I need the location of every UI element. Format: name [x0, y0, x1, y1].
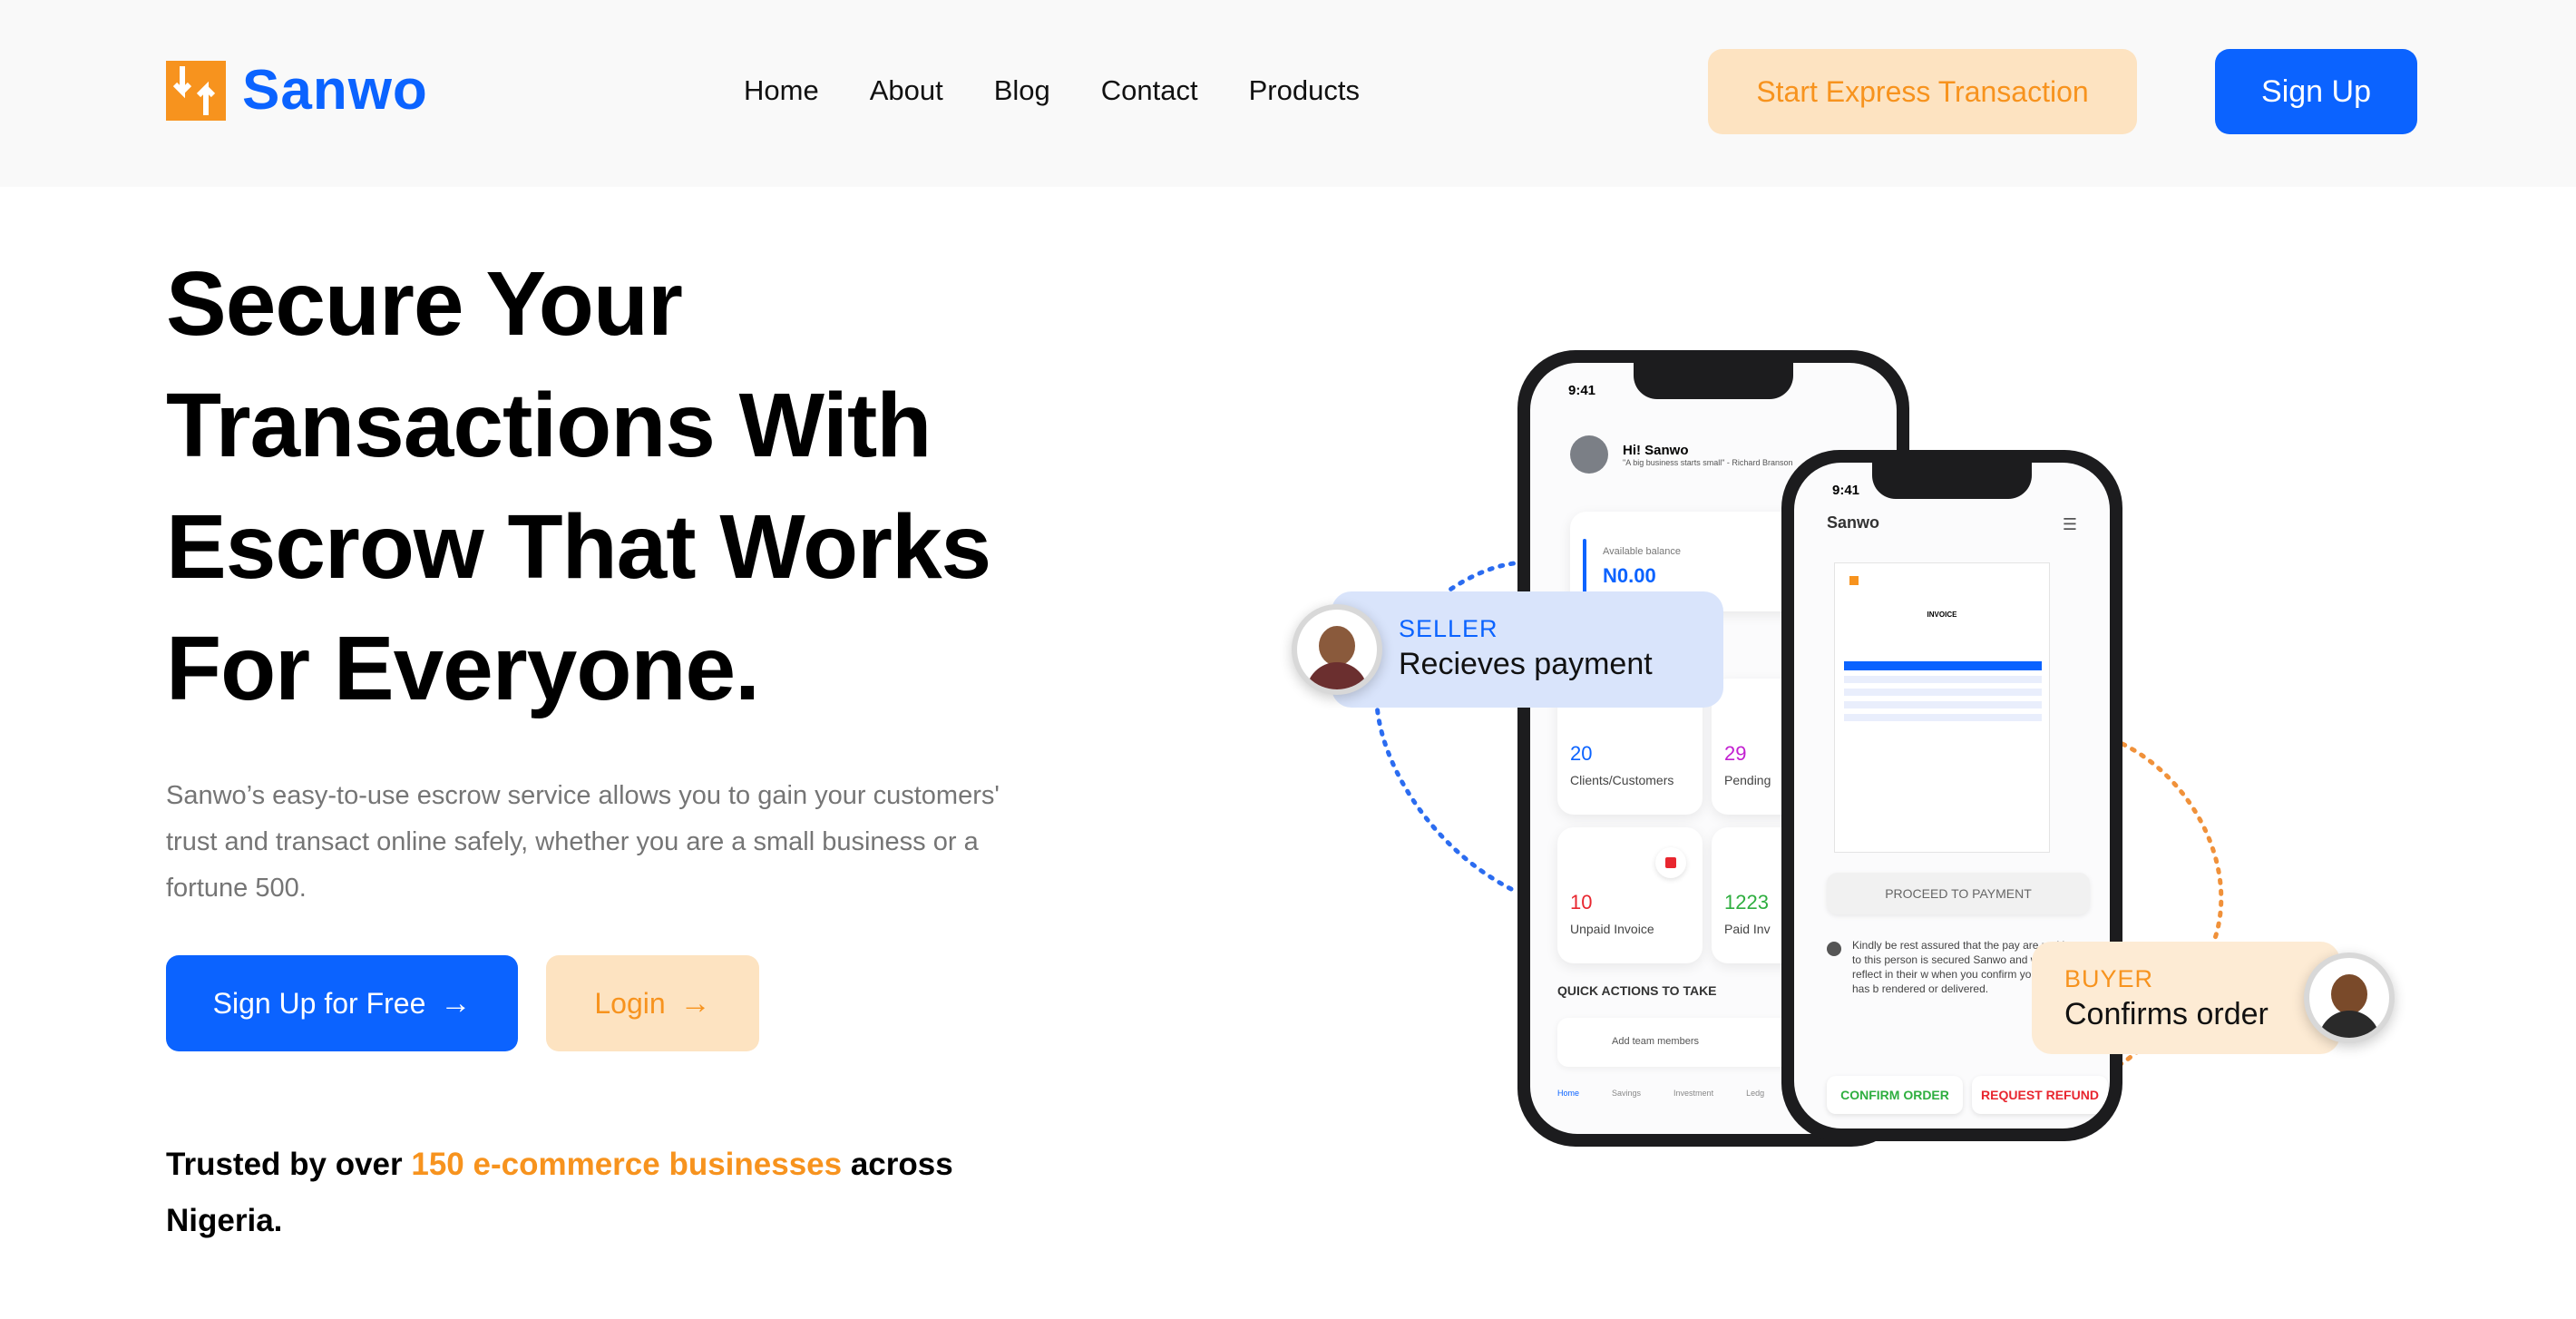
nav-contact[interactable]: Contact [1101, 71, 1198, 111]
phone-notch [1634, 363, 1793, 399]
tab-home: Home [1557, 1089, 1580, 1098]
tab-ledger: Ledg [1746, 1089, 1765, 1098]
stat-label: Paid Inv [1724, 922, 1771, 936]
invoice-row [1844, 714, 2042, 721]
confirm-order-button: CONFIRM ORDER [1827, 1076, 1963, 1114]
balance-value: N0.00 [1603, 564, 1656, 587]
avatar [1570, 435, 1608, 474]
app-title: Sanwo [1827, 513, 1880, 532]
arrow-right-icon: → [679, 986, 711, 1021]
invoice-icon [1655, 847, 1686, 878]
brand-name: Sanwo [242, 59, 428, 122]
invoice-document: INVOICE [1834, 562, 2050, 853]
stat-value: 20 [1570, 742, 1593, 765]
arrow-right-icon: → [440, 986, 472, 1021]
invoice-logo [1849, 576, 1859, 585]
trust-statement: Trusted by over 150 e-commerce businesse… [166, 1137, 1073, 1249]
trust-highlight: 150 e-commerce businesses [411, 1147, 843, 1182]
nav-products[interactable]: Products [1249, 71, 1360, 111]
invoice-row [1844, 676, 2042, 683]
buyer-tag: BUYER [2064, 965, 2154, 992]
logo-icon [166, 60, 226, 121]
buyer-avatar [2304, 953, 2395, 1043]
status-time: 9:41 [1832, 483, 1860, 498]
invoice-title: INVOICE [1927, 611, 1957, 619]
balance-accent [1583, 539, 1586, 593]
brand-logo[interactable]: Sanwo [166, 58, 428, 122]
stat-label: Pending [1724, 773, 1771, 787]
stat-value: 10 [1570, 891, 1593, 914]
stat-label: Unpaid Invoice [1570, 922, 1654, 936]
avatar-face [2331, 974, 2367, 1014]
phone-notch [1872, 463, 2032, 499]
buyer-message: Confirms order [2064, 997, 2269, 1031]
sign-up-button[interactable]: Sign Up [2215, 49, 2417, 134]
login-label: Login [594, 986, 666, 1020]
invoice-table-header [1844, 661, 2042, 670]
balance-label: Available balance [1603, 546, 1682, 557]
greeting-quote: "A big business starts small" - Richard … [1623, 457, 1793, 467]
quick-actions-heading: QUICK ACTIONS TO TAKE [1557, 983, 1717, 998]
tab-investment: Investment [1673, 1089, 1714, 1098]
seller-avatar [1292, 604, 1382, 695]
nav-home[interactable]: Home [744, 71, 819, 111]
nav-about[interactable]: About [870, 71, 943, 111]
request-refund-button: REQUEST REFUND [1972, 1076, 2108, 1114]
stat-label: Clients/Customers [1570, 773, 1674, 787]
greeting-text: Hi! Sanwo [1623, 442, 1689, 458]
hero-illustration: 9:41 Hi! Sanwo "A big business starts sm… [1252, 327, 2431, 1161]
sign-up-free-button[interactable]: Sign Up for Free → [166, 955, 518, 1051]
hero-description: Sanwo’s easy-to-use escrow service allow… [166, 781, 1000, 903]
seller-tag: SELLER [1399, 615, 1498, 642]
menu-icon: ☰ [2062, 515, 2077, 533]
proceed-to-payment-button: PROCEED TO PAYMENT [1827, 873, 2090, 914]
status-time: 9:41 [1568, 383, 1596, 398]
login-button[interactable]: Login → [546, 955, 759, 1051]
seller-message: Recieves payment [1399, 647, 1653, 681]
hero-title: Secure Your Transactions With Escrow Tha… [166, 253, 991, 719]
invoice-row [1844, 701, 2042, 708]
nav-blog[interactable]: Blog [994, 71, 1050, 111]
sign-up-free-label: Sign Up for Free [212, 986, 426, 1020]
avatar-face [1319, 626, 1355, 666]
greeting: Hi! Sanwo "A big business starts small" … [1570, 435, 1792, 474]
stat-value: 29 [1724, 742, 1747, 765]
buyer-callout: BUYER Confirms order [2032, 942, 2340, 1054]
seller-callout: SELLER Recieves payment [1332, 591, 1723, 708]
info-icon [1827, 942, 1841, 956]
main-nav: Home About Blog Contact Products [744, 71, 1360, 111]
start-express-transaction-button[interactable]: Start Express Transaction [1708, 49, 2137, 134]
bottom-tabs: Home Savings Investment Ledg [1557, 1089, 1764, 1098]
stat-card: 10 Unpaid Invoice [1557, 827, 1703, 963]
tab-savings: Savings [1612, 1089, 1642, 1098]
stat-value: 1223 [1724, 891, 1769, 914]
trust-prefix: Trusted by over [166, 1147, 403, 1182]
site-header: Sanwo Home About Blog Contact Products S… [0, 0, 2576, 187]
invoice-row [1844, 689, 2042, 696]
